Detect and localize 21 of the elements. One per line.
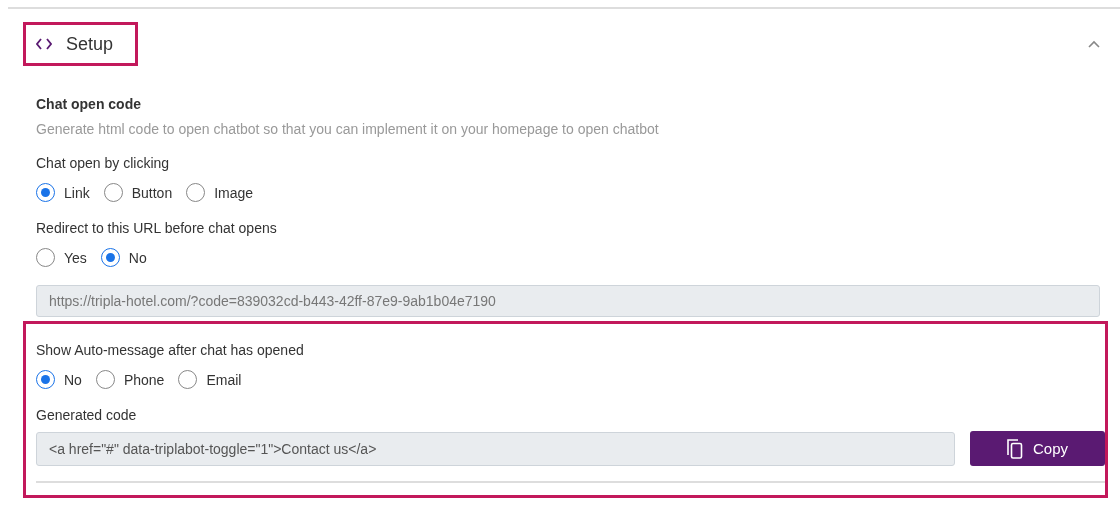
field-label: Redirect to this URL before chat opens <box>36 220 278 236</box>
chevron-icon[interactable] <box>1088 40 1100 48</box>
section-heading: Chat open code <box>36 96 142 112</box>
field-label: Show Auto-message after chat has opened <box>36 342 305 358</box>
radio-option[interactable]: No <box>100 248 147 267</box>
radio-option[interactable]: Link <box>36 183 90 202</box>
field-label: Generated code <box>36 407 138 423</box>
radio-option[interactable]: Email <box>178 370 242 389</box>
radio-option[interactable]: Image <box>186 183 254 202</box>
code-icon <box>36 38 52 50</box>
copy-button[interactable]: Copy <box>970 431 1105 466</box>
radio-option[interactable]: Button <box>103 183 173 202</box>
url-field[interactable]: https://tripla-hotel.com/?code=839032cd-b443-42ff-87e9-9ab1b04e7190 <box>36 285 1100 317</box>
description-text: Generate html code to open chatbot so that you can implement it on your homepage to open chatbot <box>36 121 660 137</box>
code-field[interactable]: <a href="#" data-triplabot-toggle="1">Contact us</a> <box>36 431 955 466</box>
radio-option[interactable]: No <box>36 370 82 389</box>
radio-option[interactable]: Phone <box>95 370 165 389</box>
section-title: Setup <box>66 33 114 55</box>
copy-icon <box>1007 438 1023 459</box>
radio-option[interactable]: Yes <box>36 248 87 267</box>
field-label: Chat open by clicking <box>36 155 171 171</box>
